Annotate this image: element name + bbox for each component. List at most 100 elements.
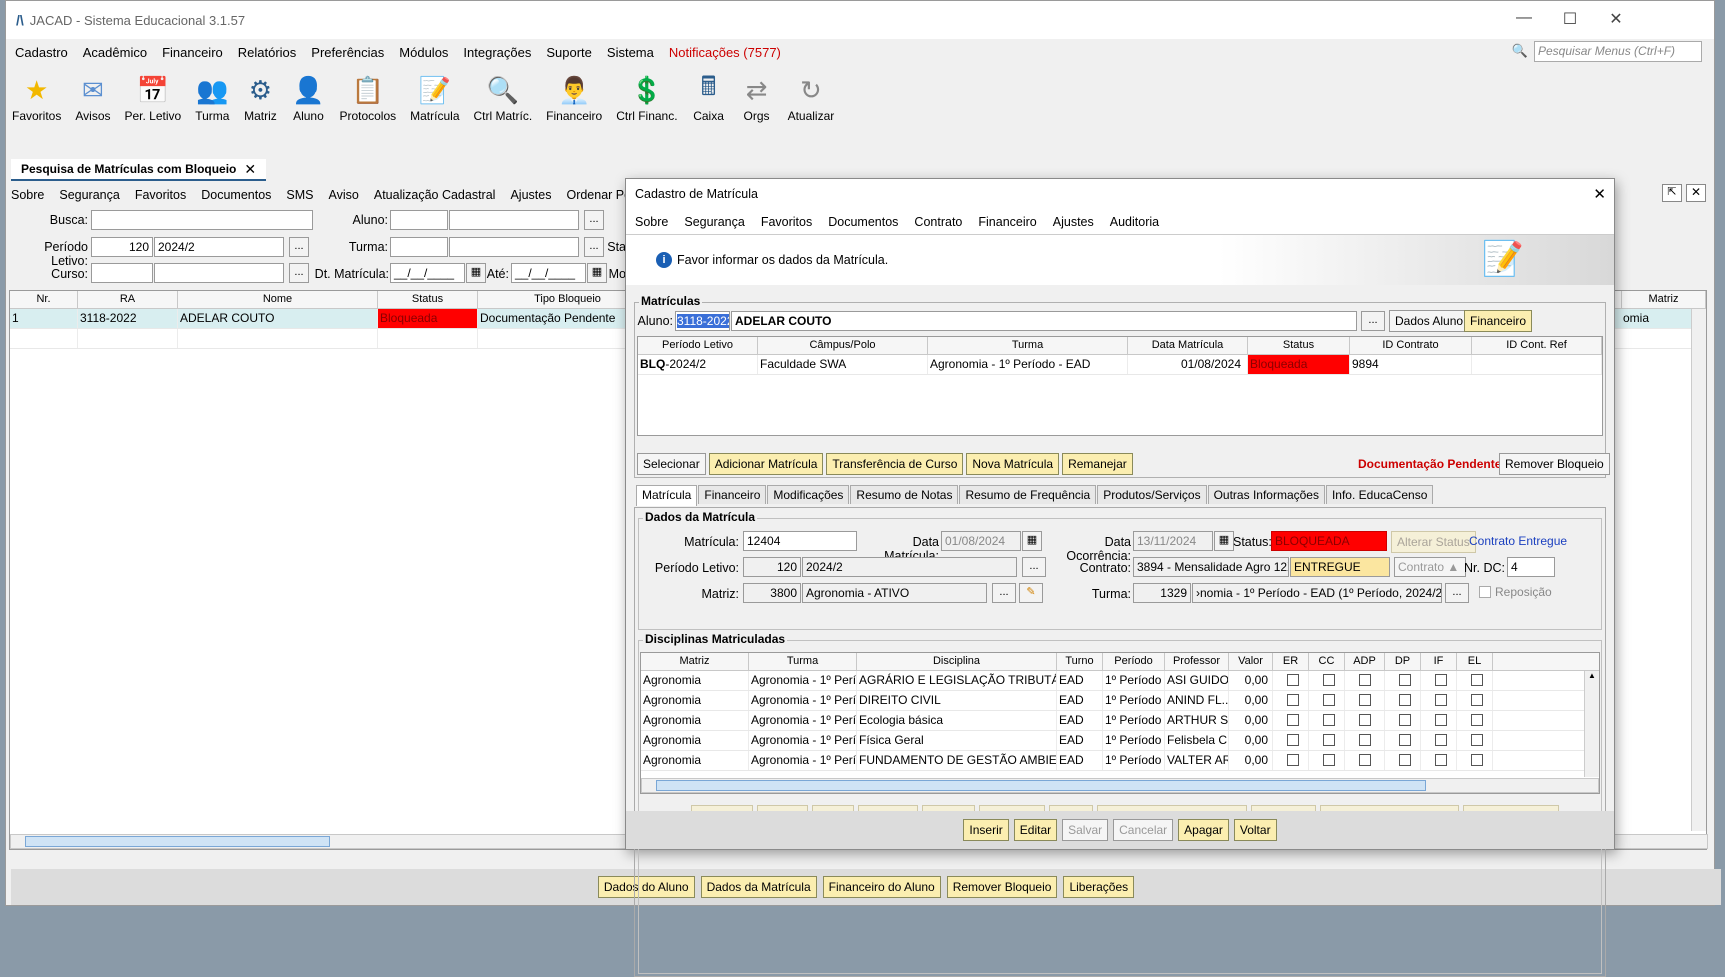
edit-pencil-icon[interactable]: ✎ (1019, 583, 1043, 603)
checkbox[interactable] (1287, 694, 1299, 706)
toolbar-ctrl-finance[interactable]: 💲 Ctrl Financ. (616, 73, 677, 124)
dialog-menu-1[interactable]: Segurança (684, 215, 744, 229)
toolbar-mail[interactable]: ✉ Avisos (75, 73, 110, 124)
dialog-menu-3[interactable]: Documentos (828, 215, 898, 229)
checkbox[interactable] (1323, 734, 1335, 746)
aluno-name-input[interactable] (449, 210, 579, 230)
minimize-icon[interactable]: — (1501, 9, 1547, 29)
footer-button-inserir[interactable]: Inserir (963, 819, 1009, 841)
dialog-menu-6[interactable]: Ajustes (1053, 215, 1094, 229)
matricula-action-2[interactable]: Transferência de Curso (826, 453, 964, 475)
vertical-scrollbar[interactable] (1691, 309, 1706, 831)
curso-name-input[interactable] (154, 263, 284, 283)
column-header[interactable]: ER (1273, 653, 1309, 670)
toolbar-finance[interactable]: 👨‍💼 Financeiro (546, 73, 602, 124)
tab-6[interactable]: Outras Informações (1207, 485, 1325, 504)
checkbox[interactable] (1359, 694, 1371, 706)
footer-button-editar[interactable]: Editar (1013, 819, 1058, 841)
dialog-menu-5[interactable]: Financeiro (978, 215, 1036, 229)
toolbar-star[interactable]: ★ Favoritos (12, 73, 61, 124)
column-header[interactable]: Câmpus/Polo (758, 337, 928, 354)
checkbox[interactable] (1359, 754, 1371, 766)
column-header[interactable]: Status (378, 291, 478, 308)
checkbox[interactable] (1323, 674, 1335, 686)
footer-button-apagar[interactable]: Apagar (1178, 819, 1229, 841)
periodo-lookup-button[interactable]: ... (1022, 557, 1046, 577)
close-panel-icon[interactable]: ✕ (1686, 184, 1706, 202)
toolbar-student[interactable]: 👤 Aluno (291, 73, 325, 124)
periodo-input[interactable]: 2024/2 (154, 237, 284, 257)
column-header[interactable]: Período Letivo (638, 337, 758, 354)
dt-from-input[interactable]: __/__/____ (390, 263, 465, 283)
tab-7[interactable]: Info. EducaCenso (1325, 485, 1434, 504)
toolbar-enroll[interactable]: 📝 Matrícula (410, 73, 459, 124)
toolbar-group[interactable]: 👥 Turma (195, 73, 229, 124)
close-tab-icon[interactable]: ✕ (244, 161, 256, 178)
toolbar-refresh[interactable]: ↻ Atualizar (788, 73, 835, 124)
column-header[interactable]: Data Matrícula (1128, 337, 1248, 354)
checkbox[interactable] (1359, 734, 1371, 746)
search-menu-1[interactable]: Segurança (59, 188, 119, 202)
checkbox[interactable] (1287, 674, 1299, 686)
table-row[interactable]: Agronomia Agronomia - 1º Perí... Ecologia … (641, 711, 1599, 731)
toolbar-arrows[interactable]: ⇄ Orgs (740, 73, 774, 124)
menu-6[interactable]: Integrações (463, 45, 531, 60)
checkbox[interactable] (1435, 714, 1447, 726)
checkbox[interactable] (1323, 694, 1335, 706)
toolbar-ctrl-enroll[interactable]: 🔍 Ctrl Matríc. (474, 73, 533, 124)
checkbox[interactable] (1359, 674, 1371, 686)
search-menu-5[interactable]: Aviso (329, 188, 359, 202)
checkbox[interactable] (1287, 714, 1299, 726)
column-header[interactable]: EL (1457, 653, 1493, 670)
column-header[interactable]: ADP (1345, 653, 1385, 670)
curso-lookup-button[interactable]: ... (289, 263, 309, 283)
checkbox[interactable] (1471, 674, 1483, 686)
turma-lookup-button[interactable]: ... (584, 237, 604, 257)
table-row[interactable]: BLQ-2024/2 Faculdade SWA Agronomia - 1º … (638, 355, 1602, 375)
column-header[interactable]: Disciplina (857, 653, 1057, 670)
checkbox[interactable] (1323, 714, 1335, 726)
column-header[interactable]: Nr. (10, 291, 78, 308)
column-header[interactable]: RA (78, 291, 178, 308)
nrdc-input[interactable]: 4 (1507, 557, 1555, 577)
search-menu-6[interactable]: Atualização Cadastral (374, 188, 496, 202)
close-icon[interactable]: ✕ (1593, 9, 1639, 29)
dialog-menu-2[interactable]: Favoritos (761, 215, 812, 229)
search-menu-0[interactable]: Sobre (11, 188, 44, 202)
tab-0[interactable]: Matrícula (636, 485, 698, 506)
matricula-action-4[interactable]: Remanejar (1062, 453, 1133, 475)
turma-lookup-button[interactable]: ... (1445, 583, 1469, 603)
checkbox[interactable] (1359, 714, 1371, 726)
popout-icon[interactable]: ⇱ (1662, 184, 1682, 202)
aluno-nome-input[interactable]: ADELAR COUTO (731, 311, 1357, 331)
checkbox[interactable] (1435, 734, 1447, 746)
checkbox[interactable] (1435, 754, 1447, 766)
toolbar-protocol[interactable]: 📋 Protocolos (339, 73, 396, 124)
periodo-code-input[interactable]: 120 (91, 237, 153, 257)
menu-1[interactable]: Acadêmico (83, 45, 147, 60)
column-header[interactable]: CC (1309, 653, 1345, 670)
checkbox[interactable] (1399, 714, 1411, 726)
tab-pesquisa-matriculas[interactable]: Pesquisa de Matrículas com Bloqueio ✕ (11, 159, 267, 181)
search-menu-4[interactable]: SMS (286, 188, 313, 202)
toolbar-calendar[interactable]: 📅 Per. Letivo (125, 73, 182, 124)
checkbox[interactable] (1471, 694, 1483, 706)
toolbar-cash-register[interactable]: 🖩 Caixa (692, 71, 726, 123)
tab-1[interactable]: Financeiro (698, 485, 767, 504)
checkbox[interactable] (1471, 734, 1483, 746)
close-icon[interactable]: ✕ (1593, 185, 1606, 203)
periodo-lookup-button[interactable]: ... (289, 237, 309, 257)
busca-input[interactable] (91, 210, 313, 230)
matricula-action-1[interactable]: Adicionar Matrícula (708, 453, 824, 475)
contrato-dropdown[interactable]: Contrato ▲ (1394, 557, 1466, 577)
search-menu-3[interactable]: Documentos (201, 188, 271, 202)
checkbox[interactable] (1399, 674, 1411, 686)
menu-3[interactable]: Relatórios (238, 45, 297, 60)
tab-2[interactable]: Modificações (767, 485, 850, 504)
tab-3[interactable]: Resumo de Notas (850, 485, 959, 504)
table-row[interactable]: Agronomia Agronomia - 1º Perí... DIREITO C… (641, 691, 1599, 711)
column-header[interactable]: Turno (1057, 653, 1103, 670)
menu-5[interactable]: Módulos (399, 45, 448, 60)
column-header[interactable]: Turma (928, 337, 1128, 354)
curso-code-input[interactable] (91, 263, 153, 283)
